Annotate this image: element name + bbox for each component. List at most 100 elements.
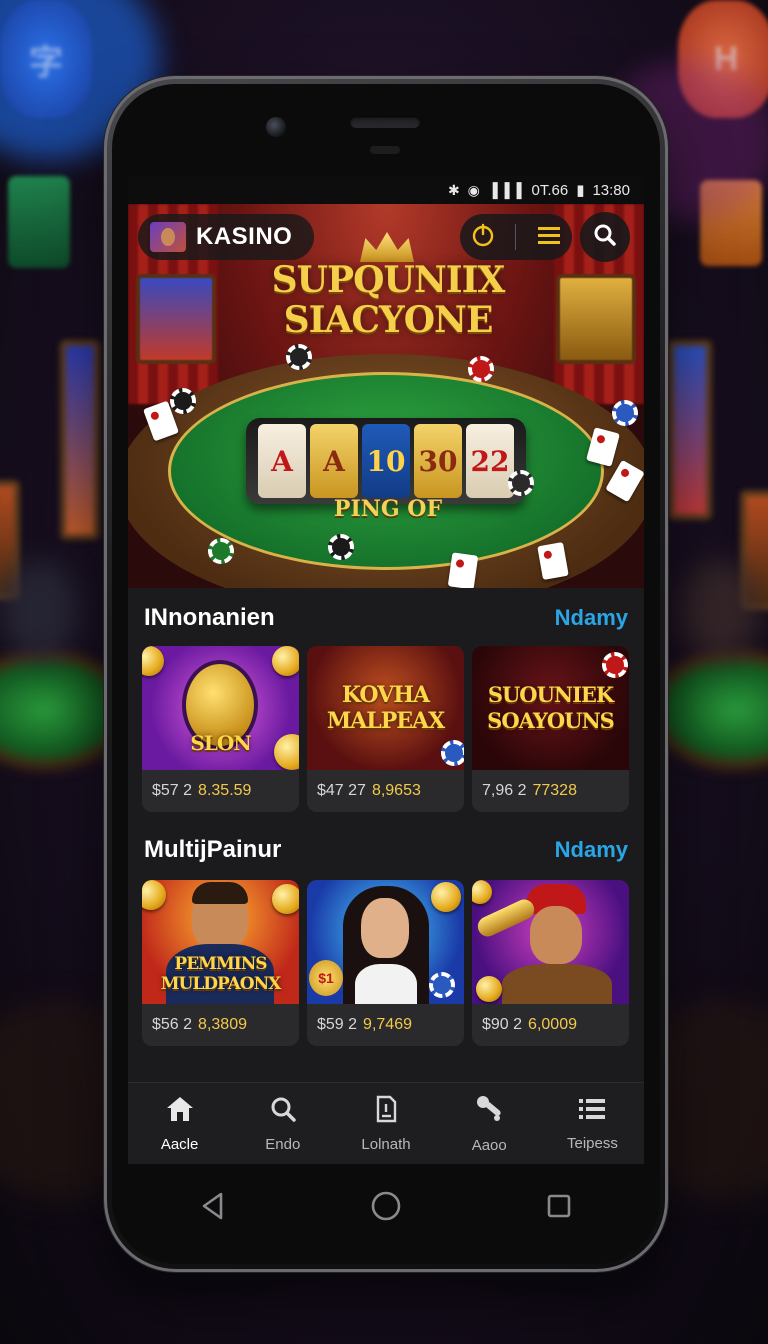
game-tile[interactable]: PEMMINS MULDPAONX $56 2 8,3809	[142, 880, 299, 1046]
playing-card-icon	[447, 552, 479, 588]
hero-subtitle: PING OF	[333, 496, 443, 522]
game-thumbnail: $1	[307, 880, 464, 1004]
coin-badge: $1	[309, 960, 343, 996]
nav-label: Aaoo	[471, 1136, 507, 1154]
game-price: $57 2 8.35.59	[142, 770, 299, 812]
home-button-icon[interactable]	[370, 1190, 402, 1227]
brand-name: KASINO	[196, 223, 293, 250]
search-icon	[269, 1095, 297, 1128]
header-actions	[460, 214, 572, 260]
tools-icon	[474, 1094, 504, 1129]
game-price: 7,96 2 77328	[472, 770, 629, 812]
menu-icon[interactable]	[536, 224, 562, 251]
game-tile[interactable]: KOVHA MALPEAX $47 27 8,9653	[307, 646, 464, 812]
see-all-link[interactable]: Ndamy	[555, 837, 628, 863]
see-all-link[interactable]: Ndamy	[555, 605, 628, 631]
chip-icon	[208, 538, 234, 564]
chip-icon	[612, 400, 638, 426]
nav-label: Lolnath	[361, 1135, 411, 1153]
price-secondary: 8.35.59	[198, 782, 252, 799]
price-secondary: 9,7469	[363, 1016, 412, 1033]
bottom-nav: Aacle Endo Lolnath Aaoo Teipess	[128, 1082, 644, 1164]
system-nav-bar	[128, 1176, 644, 1240]
power-icon[interactable]	[470, 222, 496, 253]
reel-5: 22	[466, 424, 514, 498]
price-primary: $57 2	[152, 782, 193, 799]
game-row: PEMMINS MULDPAONX $56 2 8,3809 $1 $59 2 …	[142, 880, 630, 1046]
search-button[interactable]	[580, 212, 630, 262]
status-bar: ✱ ◉ ▐▐▐ 0T.66 ▮ 13:80	[128, 176, 644, 204]
game-price: $47 27 8,9653	[307, 770, 464, 812]
price-secondary: 6,0009	[528, 1016, 577, 1033]
section-header: INnonanien Ndamy	[144, 604, 628, 632]
app-screen: ✱ ◉ ▐▐▐ 0T.66 ▮ 13:80 SUPQUNIIX SIACYONE…	[128, 176, 644, 1164]
list-icon	[577, 1096, 607, 1127]
network-label: 0T.66	[531, 181, 569, 199]
player-body	[355, 964, 417, 1004]
slot-reels: A A 10 30 22	[246, 418, 526, 504]
reel-1: A	[258, 424, 306, 498]
chip-icon	[508, 470, 534, 496]
reel-2: A	[310, 424, 358, 498]
price-secondary: 8,9653	[371, 782, 421, 799]
game-tile[interactable]: $90 2 6,0009	[472, 880, 629, 1046]
brand-header[interactable]: KASINO	[138, 214, 314, 260]
price-primary: 7,96 2	[482, 782, 527, 799]
game-tile[interactable]: SUOUNIEK SOAYOUNS 7,96 2 77328	[472, 646, 629, 812]
nav-item-list[interactable]: Teipess	[541, 1083, 644, 1164]
game-price: $90 2 6,0009	[472, 1004, 629, 1046]
price-primary: $47 27	[317, 782, 366, 799]
price-primary: $59 2	[317, 1016, 358, 1033]
reel-3: 10	[362, 424, 410, 498]
chip-icon	[468, 356, 494, 382]
hero-title-line2: SIACYONE	[283, 299, 494, 341]
game-thumbnail: KOVHA MALPEAX	[307, 646, 464, 770]
game-price: $59 2 9,7469	[307, 1004, 464, 1046]
battery-icon: ▮	[576, 182, 585, 199]
avatar[interactable]	[150, 222, 186, 252]
nav-label: Endo	[265, 1135, 301, 1153]
crown-icon	[360, 232, 414, 262]
game-thumbnail	[472, 880, 629, 1004]
section-header: MultijPainur Ndamy	[144, 836, 628, 864]
playing-card-icon	[537, 542, 569, 580]
player-face	[530, 906, 582, 964]
slot-machine-right	[556, 274, 636, 364]
slot-machine-left	[136, 274, 216, 364]
game-thumbnail: SUOUNIEK SOAYOUNS	[472, 646, 629, 770]
game-tile[interactable]: $1 $59 2 9,7469	[307, 880, 464, 1046]
earpiece-speaker	[350, 116, 420, 128]
game-thumbnail: SLON	[142, 646, 299, 770]
hero-title-line1: SUPQUNIIX	[271, 259, 506, 301]
hero-title: SUPQUNIIX SIACYONE	[228, 260, 548, 340]
price-secondary: 77328	[532, 782, 577, 799]
document-icon	[373, 1095, 399, 1128]
game-title-art: PEMMINS MULDPAONX	[160, 954, 282, 994]
divider	[515, 224, 517, 250]
search-icon	[593, 223, 617, 252]
recents-icon[interactable]	[545, 1192, 573, 1225]
game-title-art: SUOUNIEK SOAYOUNS	[487, 682, 615, 733]
proximity-sensor	[370, 146, 400, 154]
nav-item-document[interactable]: Lolnath	[334, 1083, 437, 1164]
game-title-art: KOVHA MALPEAX	[326, 682, 445, 734]
nav-label: Aacle	[160, 1135, 199, 1153]
hero-banner[interactable]: SUPQUNIIX SIACYONE A A 10 30 22 PING OF	[128, 204, 644, 588]
game-row: SLON $57 2 8.35.59 KOVHA MALPEAX $47 27 …	[142, 646, 630, 812]
price-primary: $90 2	[482, 1016, 523, 1033]
home-icon	[165, 1095, 195, 1128]
back-icon[interactable]	[199, 1191, 227, 1226]
player-face	[361, 898, 409, 958]
game-tile[interactable]: SLON $57 2 8.35.59	[142, 646, 299, 812]
price-secondary: 8,3809	[198, 1016, 247, 1033]
reel-4: 30	[414, 424, 462, 498]
chip-icon	[170, 388, 196, 414]
nav-item-tools[interactable]: Aaoo	[438, 1083, 541, 1164]
game-title-art: SLON	[190, 731, 251, 755]
clock: 13:80	[592, 181, 630, 199]
nav-label: Teipess	[566, 1134, 618, 1152]
nav-item-search[interactable]: Endo	[231, 1083, 334, 1164]
game-thumbnail: PEMMINS MULDPAONX	[142, 880, 299, 1004]
chip-icon	[286, 344, 312, 370]
nav-item-home[interactable]: Aacle	[128, 1083, 231, 1164]
